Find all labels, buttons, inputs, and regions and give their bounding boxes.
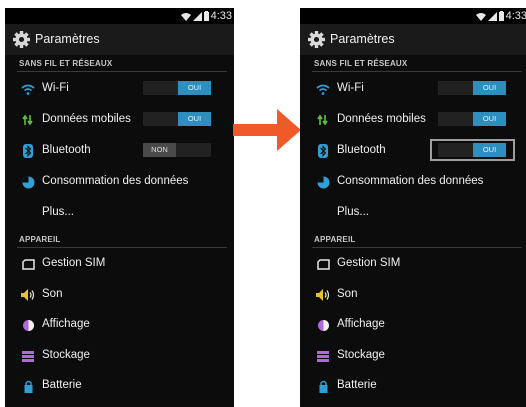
settings-row-label: Consommation des données [42,175,189,187]
section-divider [312,247,522,248]
settings-row-mobile-data[interactable]: Données mobiles OUI [300,105,526,135]
settings-row-storage[interactable]: Stockage [300,341,526,371]
section-divider [17,247,227,248]
settings-row-label: Wi-Fi [337,82,364,94]
mobile-data-toggle[interactable]: OUI [143,112,211,126]
phone-before: 4:33 Paramètres SANS FIL ET RÉSEAUX Wi-F… [5,8,234,407]
toggle-knob: NON [143,143,176,157]
status-bar: 4:33 [300,8,526,24]
settings-row-label: Stockage [337,349,385,361]
settings-row-label: Gestion SIM [337,257,401,269]
sim-card-icon [20,256,36,272]
settings-row-label: Son [42,288,63,300]
battery-lock-icon [315,378,331,394]
settings-row-label: Wi-Fi [42,82,69,94]
mobile-data-toggle[interactable]: OUI [438,112,506,126]
settings-row-label: Données mobiles [42,113,131,125]
bluetooth-toggle[interactable]: NON [143,143,211,157]
status-icons [475,11,504,21]
status-time: 4:33 [210,10,232,22]
section-header-wireless: SANS FIL ET RÉSEAUX [19,59,113,68]
page-title: Paramètres [330,32,395,46]
settings-row-label: Batterie [337,379,377,391]
settings-row-label: Bluetooth [337,144,386,156]
settings-row-label: Gestion SIM [42,257,106,269]
cell-signal-icon [192,11,202,21]
settings-row-wifi[interactable]: Wi-Fi OUI [5,74,234,104]
status-icons [180,11,209,21]
settings-row-data-usage[interactable]: Consommation des données [300,167,526,197]
settings-row-sim[interactable]: Gestion SIM [300,249,526,279]
settings-row-sound[interactable]: Son [5,280,234,310]
settings-row-sound[interactable]: Son [300,280,526,310]
transition-arrow-icon [233,109,301,151]
section-header-device: APPAREIL [314,235,356,244]
data-usage-pie-icon [20,174,36,190]
bluetooth-icon [20,143,36,159]
battery-lock-icon [20,378,36,394]
battery-icon [498,11,504,21]
settings-row-label: Données mobiles [337,113,426,125]
section-divider [312,71,522,72]
bluetooth-icon [315,143,331,159]
settings-row-label: Batterie [42,379,82,391]
action-bar: Paramètres [300,24,526,55]
section-divider [17,71,227,72]
settings-row-label: Affichage [42,318,90,330]
settings-row-mobile-data[interactable]: Données mobiles OUI [5,105,234,135]
section-header-device: APPAREIL [19,235,61,244]
toggle-knob: OUI [473,112,506,126]
settings-row-sim[interactable]: Gestion SIM [5,249,234,279]
mobile-data-arrows-icon [20,112,36,128]
settings-row-display[interactable]: Affichage [300,310,526,340]
data-usage-pie-icon [315,174,331,190]
status-bar: 4:33 [5,8,234,24]
settings-row-bluetooth[interactable]: Bluetooth NON [5,136,234,166]
wifi-toggle[interactable]: OUI [438,81,506,95]
settings-row-more[interactable]: Plus... [300,198,526,228]
page-title: Paramètres [35,32,100,46]
settings-gear-icon[interactable] [13,31,30,48]
action-bar: Paramètres [5,24,234,55]
settings-row-more[interactable]: Plus... [5,198,234,228]
toggle-knob: OUI [473,81,506,95]
wifi-toggle[interactable]: OUI [143,81,211,95]
mobile-data-arrows-icon [315,112,331,128]
settings-row-battery[interactable]: Batterie [300,371,526,401]
toggle-knob: OUI [178,81,211,95]
settings-row-label: Consommation des données [337,175,484,187]
toggle-knob: OUI [178,112,211,126]
wifi-signal-icon [475,12,486,21]
settings-row-label: Son [337,288,358,300]
wifi-icon [315,81,331,97]
settings-row-data-usage[interactable]: Consommation des données [5,167,234,197]
settings-row-display[interactable]: Affichage [5,310,234,340]
battery-icon [203,11,209,21]
section-header-wireless: SANS FIL ET RÉSEAUX [314,59,408,68]
settings-row-label: Plus... [42,206,74,218]
phone-after: 4:33 Paramètres SANS FIL ET RÉSEAUX Wi-F… [300,8,526,407]
speaker-icon [315,287,331,303]
settings-row-label: Stockage [42,349,90,361]
display-brightness-icon [315,317,331,333]
settings-gear-icon[interactable] [308,31,325,48]
settings-row-label: Bluetooth [42,144,91,156]
bluetooth-toggle-highlight [430,139,515,161]
wifi-icon [20,81,36,97]
sim-card-icon [315,256,331,272]
settings-row-label: Affichage [337,318,385,330]
speaker-icon [20,287,36,303]
status-time: 4:33 [505,10,526,22]
settings-row-battery[interactable]: Batterie [5,371,234,401]
cell-signal-icon [487,11,497,21]
storage-icon [315,348,331,364]
storage-icon [20,348,36,364]
settings-row-wifi[interactable]: Wi-Fi OUI [300,74,526,104]
settings-row-label: Plus... [337,206,369,218]
wifi-signal-icon [180,12,191,21]
display-brightness-icon [20,317,36,333]
settings-row-storage[interactable]: Stockage [5,341,234,371]
